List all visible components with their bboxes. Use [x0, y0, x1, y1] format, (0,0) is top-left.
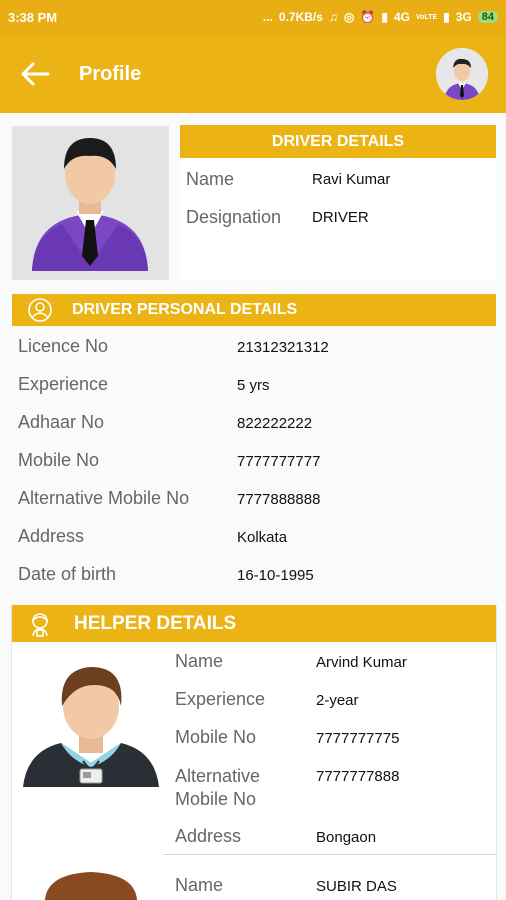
driver-name-row: Name Ravi Kumar — [186, 169, 390, 190]
helper-2-name-row: Name SUBIR DAS — [175, 875, 397, 896]
dob-row: Date of birth 16-10-1995 — [18, 564, 488, 602]
helper-details-header: HELPER DETAILS — [12, 605, 496, 642]
user-avatar[interactable] — [436, 48, 488, 100]
status-icons: ... 0.7KB/s ♫ ◎ ⏰ ▮ 4G VoLTE ▮ 3G 84 — [263, 10, 498, 24]
driver-details-title: DRIVER DETAILS — [271, 132, 405, 150]
network-type-2: 3G — [455, 10, 472, 24]
back-arrow-icon[interactable] — [18, 57, 52, 91]
avatar-icon — [436, 48, 488, 100]
field-value: Ravi Kumar — [312, 171, 391, 188]
field-value: SUBIR DAS — [316, 878, 397, 895]
driver-photo — [12, 126, 169, 280]
helper-details-title: HELPER DETAILS — [74, 612, 237, 634]
field-label: Name — [175, 651, 224, 671]
driver-avatar-icon — [12, 126, 169, 280]
helper-experience-row: Experience 2-year — [175, 689, 485, 727]
field-label: Experience — [18, 374, 109, 394]
driver-details-header: DRIVER DETAILS — [180, 125, 496, 158]
field-label: Address — [18, 526, 85, 546]
field-label: Alternative Mobile No — [18, 488, 190, 508]
field-value: 2-year — [316, 692, 359, 709]
field-value: Bongaon — [316, 829, 377, 846]
driver-details-card: DRIVER DETAILS Name Ravi Kumar Designati… — [180, 125, 496, 279]
field-value: 16-10-1995 — [237, 567, 314, 584]
helper-alt-mobile-row: Alternative Mobile No 7777777888 — [175, 765, 485, 826]
field-label: Name — [175, 875, 224, 895]
field-label: Mobile No — [175, 727, 257, 747]
status-time: 3:38 PM — [8, 10, 58, 25]
field-value: 7777888888 — [237, 491, 321, 508]
helper-icon — [31, 612, 49, 637]
field-value: 7777777888 — [316, 768, 400, 785]
network-speed: 0.7KB/s — [278, 10, 323, 24]
licence-row: Licence No 21312321312 — [18, 336, 488, 374]
alt-mobile-row: Alternative Mobile No 7777888888 — [18, 488, 488, 526]
status-dots: ... — [262, 10, 273, 24]
helper-divider — [163, 854, 496, 855]
field-value: 21312321312 — [237, 339, 329, 356]
helper-name-row: Name Arvind Kumar — [175, 651, 485, 689]
field-value: 5 yrs — [237, 377, 270, 394]
helper-2-avatar-icon — [45, 872, 137, 900]
personal-details-title: DRIVER PERSONAL DETAILS — [72, 301, 298, 318]
field-label: Adhaar No — [18, 412, 105, 432]
field-label: Address — [175, 826, 242, 846]
helper-address-row: Address Bongaon — [175, 826, 485, 864]
field-label: Mobile No — [18, 450, 100, 470]
personal-details-header: DRIVER PERSONAL DETAILS — [12, 294, 496, 326]
address-row: Address Kolkata — [18, 526, 488, 564]
field-label: Name — [186, 169, 235, 189]
battery-icon: 84 — [477, 11, 498, 23]
network-type-1: 4G — [393, 10, 410, 24]
user-circle-icon — [28, 298, 52, 322]
signal-icon-2: ▮ — [443, 10, 450, 24]
volte-label: VoLTE — [415, 13, 438, 21]
field-value: 822222222 — [237, 415, 313, 432]
field-label: Date of birth — [18, 564, 117, 584]
helper-mobile-row: Mobile No 7777777775 — [175, 727, 485, 765]
field-label: Alternative Mobile No — [175, 766, 261, 809]
field-value: 7777777775 — [316, 730, 400, 747]
field-label: Experience — [175, 689, 266, 709]
helper-details-card: HELPER DETAILS Name Arvind Kumar Experie… — [12, 605, 496, 900]
signal-icon: ▮ — [381, 10, 388, 24]
helper-1-fields: Name Arvind Kumar Experience 2-year Mobi… — [175, 651, 485, 864]
alarm-icon: ⏰ — [360, 10, 376, 24]
driver-designation-row: Designation DRIVER — [186, 207, 369, 228]
field-label: Designation — [186, 207, 282, 227]
experience-row: Experience 5 yrs — [18, 374, 488, 412]
app-bar: Profile — [0, 35, 506, 113]
field-value: DRIVER — [312, 209, 369, 226]
helper-avatar-icon — [23, 667, 159, 787]
field-value: Arvind Kumar — [316, 654, 407, 671]
headphones-icon: ♫ — [328, 10, 338, 24]
field-value: 7777777777 — [237, 453, 321, 470]
adhaar-row: Adhaar No 822222222 — [18, 412, 488, 450]
field-label: Licence No — [18, 336, 109, 356]
personal-details-list: Licence No 21312321312 Experience 5 yrs … — [18, 336, 488, 602]
hotspot-icon: ◎ — [343, 10, 355, 24]
field-value: Kolkata — [237, 529, 288, 546]
status-bar: 3:38 PM ... 0.7KB/s ♫ ◎ ⏰ ▮ 4G VoLTE ▮ 3… — [0, 0, 506, 35]
page-title: Profile — [79, 63, 142, 85]
mobile-row: Mobile No 7777777777 — [18, 450, 488, 488]
